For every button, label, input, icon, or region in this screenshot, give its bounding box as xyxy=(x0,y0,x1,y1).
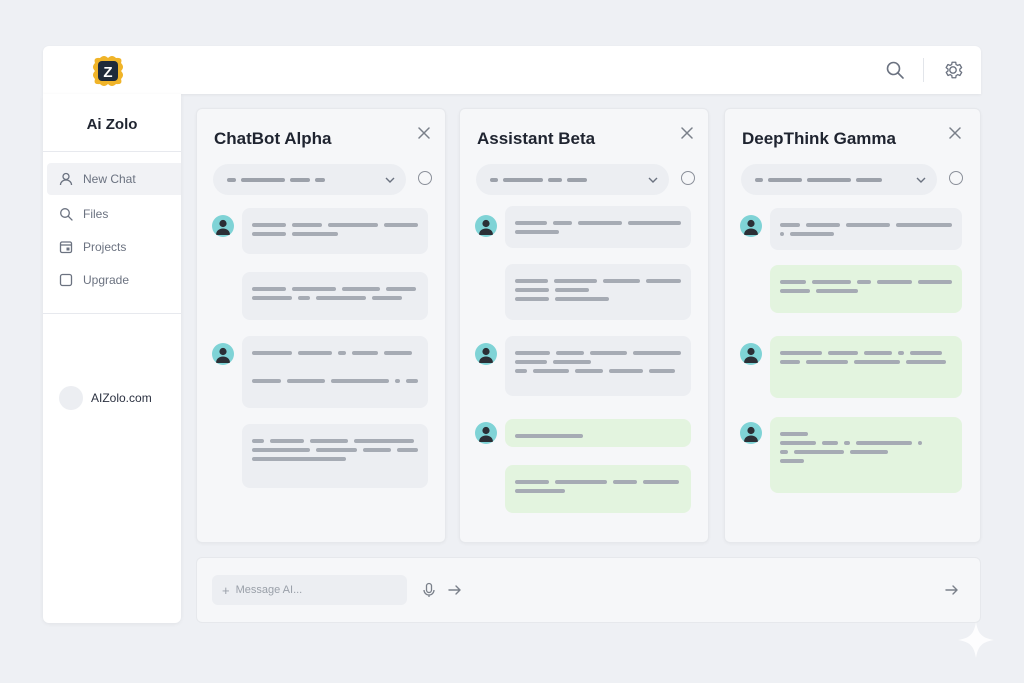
select-value-placeholder xyxy=(755,178,882,182)
message-bubble xyxy=(770,265,962,313)
calendar-icon xyxy=(59,241,73,254)
message-input[interactable]: + Message AI... xyxy=(212,575,407,605)
message-bubble xyxy=(770,336,962,398)
assistant-avatar xyxy=(740,215,762,237)
message-bubble xyxy=(505,465,691,513)
top-bar: Z xyxy=(43,46,981,94)
sparkle-icon xyxy=(956,620,996,660)
sidebar-divider xyxy=(43,151,181,152)
sidebar-item-files[interactable]: Files xyxy=(47,198,181,230)
chevron-down-icon xyxy=(648,177,658,183)
sidebar-item-label: Files xyxy=(83,207,109,221)
assistant-avatar xyxy=(475,343,497,365)
sidebar-item-label: Projects xyxy=(83,240,127,254)
message-bubble xyxy=(770,417,962,493)
select-value-placeholder xyxy=(227,178,325,182)
model-select[interactable] xyxy=(476,164,669,195)
message-bubble xyxy=(505,336,691,396)
assistant-avatar xyxy=(740,422,762,444)
assistant-avatar xyxy=(475,215,497,237)
model-select[interactable] xyxy=(213,164,406,195)
panel-title: DeepThink Gamma xyxy=(742,129,896,148)
search-icon[interactable] xyxy=(884,59,906,81)
panel-radio[interactable] xyxy=(681,171,695,185)
select-value-placeholder xyxy=(490,178,587,182)
message-bubble xyxy=(770,208,962,250)
message-bubble xyxy=(242,424,428,488)
message-bubble xyxy=(242,336,428,408)
close-icon[interactable] xyxy=(679,125,695,141)
panel-radio[interactable] xyxy=(418,171,432,185)
chat-panel-beta: Assistant Beta xyxy=(459,108,709,543)
assistant-avatar xyxy=(212,343,234,365)
chat-panel-gamma: DeepThink Gamma xyxy=(724,108,981,543)
message-placeholder: Message AI... xyxy=(235,584,303,596)
sidebar-item-label: Upgrade xyxy=(83,273,130,287)
assistant-avatar xyxy=(740,343,762,365)
sidebar-item-upgrade[interactable]: Upgrade xyxy=(47,264,181,296)
avatar xyxy=(59,386,83,410)
square-icon xyxy=(59,273,73,287)
user-icon xyxy=(59,172,73,186)
topbar-divider xyxy=(923,58,924,82)
plus-icon[interactable]: + xyxy=(222,583,230,598)
message-bubble xyxy=(505,419,691,447)
sidebar: Ai Zolo New Chat Files Projects Upgrade … xyxy=(43,94,181,623)
message-bubble xyxy=(505,206,691,248)
sidebar-item-projects[interactable]: Projects xyxy=(47,231,181,263)
chat-panel-alpha: ChatBot Alpha xyxy=(196,108,446,543)
logo-letter: Z xyxy=(103,64,112,81)
assistant-avatar xyxy=(475,422,497,444)
assistant-avatar xyxy=(212,215,234,237)
app-logo[interactable]: Z xyxy=(91,54,125,88)
chevron-down-icon xyxy=(916,177,926,183)
account-name: AIZolo.com xyxy=(91,391,152,405)
composer: + Message AI... xyxy=(196,557,981,623)
app-window: Z Ai Zolo New Chat Files Projects Upgrad… xyxy=(43,46,981,623)
panel-title: ChatBot Alpha xyxy=(214,129,332,148)
send-icon[interactable] xyxy=(944,582,960,598)
sidebar-item-new-chat[interactable]: New Chat xyxy=(47,163,181,195)
search-icon xyxy=(60,208,73,221)
panel-radio[interactable] xyxy=(949,171,963,185)
message-bubble xyxy=(505,264,691,320)
app-name: Ai Zolo xyxy=(86,116,138,133)
microphone-icon[interactable] xyxy=(421,582,437,598)
account-link[interactable]: AIZolo.com xyxy=(59,386,152,410)
close-icon[interactable] xyxy=(416,125,432,141)
gear-icon[interactable] xyxy=(942,59,964,81)
panel-title: Assistant Beta xyxy=(477,129,596,148)
sidebar-item-label: New Chat xyxy=(83,172,136,186)
message-bubble xyxy=(242,272,428,320)
model-select[interactable] xyxy=(741,164,937,195)
message-bubble xyxy=(242,208,428,254)
arrow-right-icon[interactable] xyxy=(447,582,463,598)
close-icon[interactable] xyxy=(947,125,963,141)
sidebar-divider xyxy=(43,313,181,314)
chevron-down-icon xyxy=(385,177,395,183)
